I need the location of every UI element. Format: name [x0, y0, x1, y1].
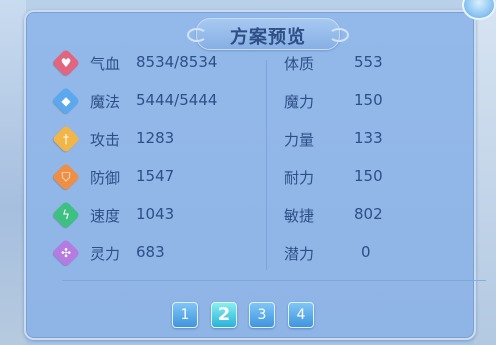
stat-label: 体质: [284, 55, 315, 73]
diamond-icon: ◆: [51, 86, 81, 116]
stat-value: 553: [354, 53, 383, 71]
plan-preview-panel: 方案预览 ♥ 气血 8534/8534 ◆ 魔法 5444/5444 † 攻击 …: [24, 10, 486, 340]
stat-value: 133: [354, 129, 383, 147]
stat-value: 683: [136, 243, 165, 261]
shield-icon: ⛉: [51, 162, 81, 192]
stat-label: 防御: [90, 169, 121, 187]
stat-label: 敏捷: [284, 207, 315, 225]
stat-value: 1547: [136, 167, 175, 185]
page-4-button[interactable]: 4: [288, 302, 314, 328]
heart-icon: ♥: [51, 48, 81, 78]
background-left-scenery: [0, 0, 26, 345]
stat-label: 灵力: [90, 245, 121, 263]
stat-label: 魔法: [90, 93, 121, 111]
stat-label: 魔力: [284, 93, 315, 111]
stat-value: 150: [354, 91, 383, 109]
stat-label: 气血: [90, 55, 121, 73]
stat-label: 速度: [90, 207, 121, 225]
stat-value: 0: [361, 243, 371, 261]
stat-label: 潜力: [284, 245, 315, 263]
stat-value: 1283: [136, 129, 175, 147]
page-3-button[interactable]: 3: [249, 302, 275, 328]
stat-value: 802: [354, 205, 383, 223]
panel-title: 方案预览: [230, 27, 306, 48]
lightning-icon: ϟ: [51, 200, 81, 230]
stat-value: 8534/8534: [136, 53, 218, 71]
page-2-button[interactable]: 2: [211, 302, 237, 328]
page-1-button[interactable]: 1: [172, 302, 198, 328]
stat-label: 耐力: [284, 169, 315, 187]
column-divider: [266, 60, 267, 270]
stat-value: 1043: [136, 205, 175, 223]
stat-value: 150: [354, 167, 383, 185]
title-plate: 方案预览: [187, 18, 349, 50]
sword-icon: †: [51, 124, 81, 154]
horizontal-divider: [62, 280, 486, 281]
spirit-icon: ✣: [51, 238, 81, 268]
stat-label: 力量: [284, 131, 315, 149]
stat-value: 5444/5444: [136, 91, 218, 109]
background-right-scenery: [474, 0, 496, 345]
stat-label: 攻击: [90, 131, 121, 149]
